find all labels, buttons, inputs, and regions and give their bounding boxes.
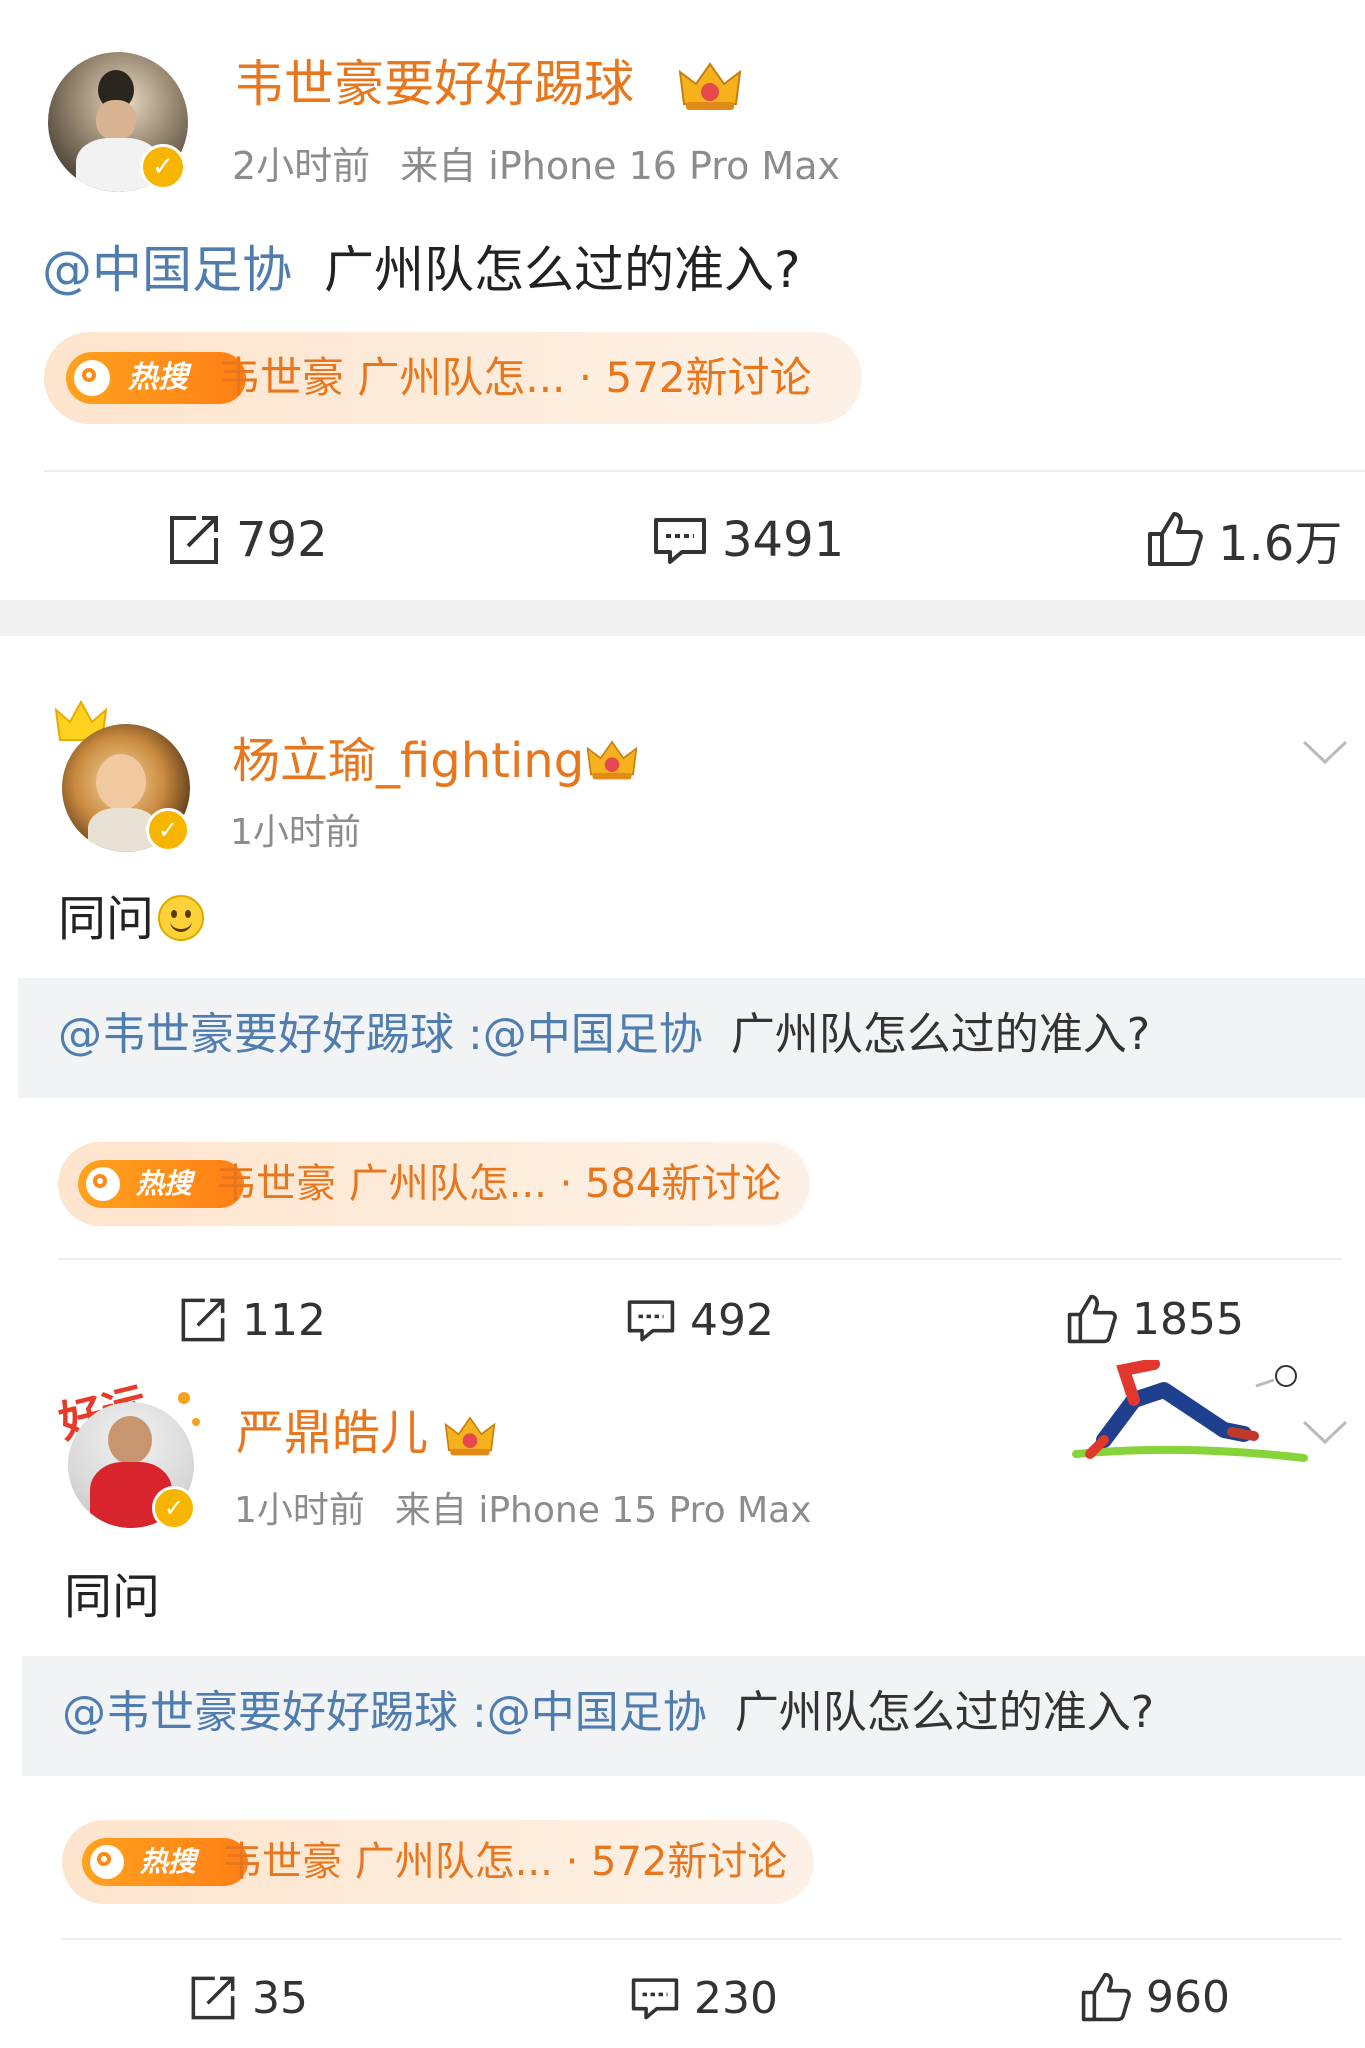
like-count: 960	[1146, 1971, 1230, 2023]
username[interactable]: 韦世豪要好好踢球	[234, 52, 634, 116]
hot-search-pill[interactable]: 热搜 韦世豪 广州队怎... · 572新讨论	[44, 332, 862, 424]
thumbs-up-icon	[1067, 1294, 1117, 1344]
like-count: 1.6万	[1218, 516, 1343, 572]
crown-icon	[678, 62, 742, 110]
hot-search-text: 韦世豪 广州队怎... · 572新讨论	[222, 1839, 788, 1885]
comment-count: 230	[694, 1972, 778, 2024]
divider	[62, 1938, 1342, 1940]
comment-icon	[654, 518, 706, 564]
post-source: 来自 iPhone 15 Pro Max	[394, 1490, 812, 1531]
repost-button[interactable]: 35	[188, 1968, 308, 2028]
repost-icon	[191, 1976, 235, 2020]
comment-button[interactable]: 230	[630, 1968, 778, 2028]
verified-icon: ✓	[146, 808, 190, 852]
repost-count: 35	[252, 1972, 308, 2024]
crown-icon	[444, 1416, 496, 1456]
hot-search-pill[interactable]: 热搜 韦世豪 广州队怎... · 572新讨论	[62, 1820, 814, 1904]
repost-button[interactable]: 112	[178, 1290, 326, 1350]
comment-button[interactable]: 492	[626, 1290, 774, 1350]
mention-link[interactable]: @韦世豪要好好踢球 :@中国足协	[58, 1009, 703, 1060]
comment-button[interactable]: 3491	[652, 508, 844, 572]
search-icon	[90, 1845, 124, 1879]
like-button[interactable]: 960	[1080, 1966, 1230, 2028]
mention-link[interactable]: @中国足协	[42, 241, 292, 299]
section-separator	[0, 600, 1365, 636]
thumbs-up-icon	[1148, 512, 1203, 566]
like-button[interactable]: 1.6万	[1146, 506, 1342, 572]
verified-icon: ✓	[152, 1486, 196, 1530]
like-count: 1855	[1132, 1293, 1244, 1345]
chevron-down-icon[interactable]	[1300, 738, 1350, 768]
post-text: 同问	[58, 888, 205, 950]
post-meta: 1小时前 来自 iPhone 15 Pro Max	[234, 1488, 812, 1534]
repost-count: 112	[242, 1294, 326, 1346]
comment-count: 492	[690, 1294, 774, 1346]
comment-count: 3491	[722, 512, 845, 568]
post-time: 1小时前	[234, 1490, 365, 1531]
hot-search-pill[interactable]: 热搜 韦世豪 广州队怎... · 584新讨论	[58, 1142, 810, 1226]
post-text: @中国足协 广州队怎么过的准入?	[42, 241, 801, 299]
hot-search-text: 韦世豪 广州队怎... · 572新讨论	[218, 353, 812, 402]
post-time: 1小时前	[230, 812, 361, 853]
chevron-down-icon[interactable]	[1300, 1418, 1350, 1448]
username[interactable]: 杨立瑜_fighting	[232, 730, 584, 792]
repost-button[interactable]: 792	[166, 508, 328, 572]
like-button[interactable]: 1855	[1066, 1288, 1244, 1350]
thumbs-up-icon	[1081, 1972, 1131, 2022]
repost-icon	[170, 516, 218, 564]
mention-link[interactable]: @韦世豪要好好踢球 :@中国足协	[62, 1687, 707, 1738]
comment-icon	[627, 1300, 675, 1342]
smiley-emoji-icon	[158, 895, 205, 941]
repost-count: 792	[236, 512, 328, 568]
search-icon	[86, 1167, 120, 1201]
username[interactable]: 严鼎皓儿	[236, 1402, 428, 1464]
post-source: 来自 iPhone 16 Pro Max	[400, 144, 840, 188]
crown-icon	[586, 740, 638, 780]
divider	[44, 470, 1365, 472]
football-player-sticker	[1072, 1360, 1308, 1462]
search-icon	[74, 360, 110, 396]
divider	[58, 1258, 1342, 1260]
comment-icon	[631, 1978, 679, 2020]
repost-icon	[181, 1298, 225, 1342]
post-meta: 2小时前 来自 iPhone 16 Pro Max	[232, 142, 840, 190]
quoted-post-text: @韦世豪要好好踢球 :@中国足协 广州队怎么过的准入?	[62, 1687, 1155, 1738]
hot-search-text: 韦世豪 广州队怎... · 584新讨论	[216, 1161, 782, 1207]
post-time: 2小时前	[232, 144, 371, 188]
quoted-post-text: @韦世豪要好好踢球 :@中国足协 广州队怎么过的准入?	[58, 1009, 1151, 1060]
verified-icon: ✓	[140, 144, 186, 190]
post-text: 同问	[64, 1569, 161, 1625]
